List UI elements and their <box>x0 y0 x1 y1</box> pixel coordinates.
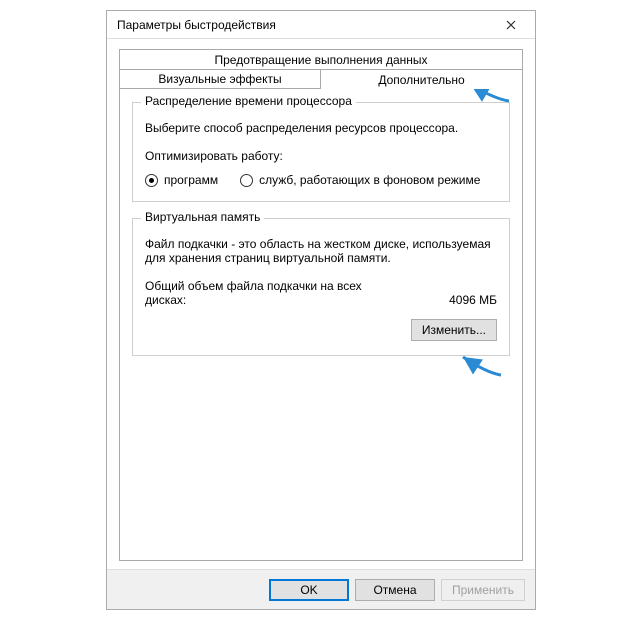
dialog-body: Предотвращение выполнения данных Визуаль… <box>107 39 535 569</box>
tab-advanced[interactable]: Дополнительно <box>321 69 523 89</box>
cpu-optimize-label: Оптимизировать работу: <box>145 149 497 163</box>
change-button[interactable]: Изменить... <box>411 319 497 341</box>
vm-description: Файл подкачки - это область на жестком д… <box>145 237 497 265</box>
tab-strip: Предотвращение выполнения данных Визуаль… <box>119 49 523 89</box>
vm-total-label: Общий объем файла подкачки на всех диска… <box>145 279 375 307</box>
close-icon <box>506 20 516 30</box>
tab-page-advanced: Распределение времени процессора Выберит… <box>119 88 523 561</box>
radio-icon <box>240 174 253 187</box>
group-vm-title: Виртуальная память <box>141 210 264 224</box>
group-virtual-memory: Виртуальная память Файл подкачки - это о… <box>132 218 510 356</box>
cpu-radio-group: программ служб, работающих в фоновом реж… <box>145 173 497 187</box>
vm-total-value: 4096 МБ <box>449 293 497 307</box>
dialog-footer: OK Отмена Применить <box>107 569 535 609</box>
radio-programs-label: программ <box>164 173 218 187</box>
ok-button[interactable]: OK <box>269 579 349 601</box>
titlebar: Параметры быстродействия <box>107 11 535 39</box>
radio-icon <box>145 174 158 187</box>
vm-total-row: Общий объем файла подкачки на всех диска… <box>145 279 497 307</box>
cancel-button[interactable]: Отмена <box>355 579 435 601</box>
window-title: Параметры быстродействия <box>117 18 491 32</box>
radio-services-label: служб, работающих в фоновом режиме <box>259 173 480 187</box>
group-cpu-scheduling: Распределение времени процессора Выберит… <box>132 102 510 202</box>
tab-visual-effects[interactable]: Визуальные эффекты <box>119 69 321 89</box>
tab-dep[interactable]: Предотвращение выполнения данных <box>119 49 523 69</box>
cpu-description: Выберите способ распределения ресурсов п… <box>145 121 497 135</box>
group-cpu-title: Распределение времени процессора <box>141 94 356 108</box>
apply-button[interactable]: Применить <box>441 579 525 601</box>
radio-programs[interactable]: программ <box>145 173 218 187</box>
close-button[interactable] <box>491 12 531 38</box>
performance-options-dialog: Параметры быстродействия Предотвращение … <box>106 10 536 610</box>
radio-background-services[interactable]: служб, работающих в фоновом режиме <box>240 173 480 187</box>
